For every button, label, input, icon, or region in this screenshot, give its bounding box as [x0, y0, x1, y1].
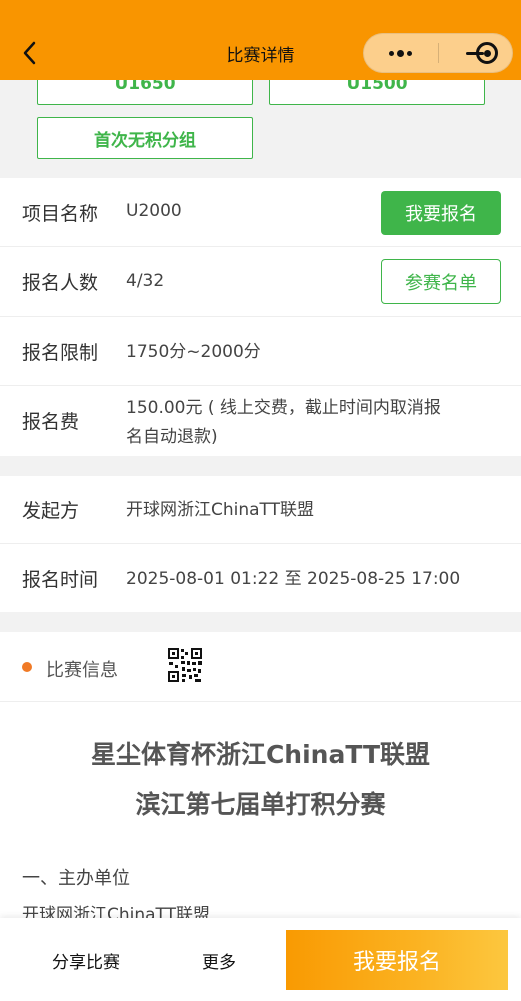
target-close-icon — [476, 42, 498, 64]
group-button-u1650[interactable]: U1650 — [37, 80, 253, 105]
row-organizer: 发起方 开球网浙江ChinaTT联盟 — [0, 476, 521, 544]
more-button[interactable]: 更多 — [202, 948, 236, 973]
signup-time-value: 2025-08-01 01:22 至 2025-08-25 17:00 — [126, 569, 461, 589]
section-text-host: 开球网浙江ChinaTT联盟 — [22, 905, 211, 918]
article-title-line1: 星尘体育杯浙江ChinaTT联盟 — [90, 740, 431, 769]
participant-count-value: 4/32 — [126, 271, 165, 291]
qr-code-icon[interactable] — [167, 647, 203, 683]
group-button-first-no-points[interactable]: 首次无积分组 — [37, 117, 253, 159]
row-signup-time: 报名时间 2025-08-01 01:22 至 2025-08-25 17:00 — [0, 544, 521, 612]
mini-program-capsule — [363, 33, 513, 73]
signup-fee-line1: 150.00元 ( 线上交费，截止时间内取消报 — [126, 398, 441, 418]
participant-count-label: 报名人数 — [22, 272, 99, 294]
article-title-line2: 滨江第七届单打积分赛 — [135, 790, 386, 819]
bullet-dot-icon — [22, 662, 32, 672]
group-button-u1500[interactable]: U1500 — [269, 80, 485, 105]
close-button[interactable] — [462, 34, 512, 72]
match-article: 星尘体育杯浙江ChinaTT联盟 滨江第七届单打积分赛 一、主办单位 开球网浙江… — [0, 702, 521, 918]
event-name-label: 项目名称 — [22, 203, 99, 225]
row-participant-count: 报名人数 4/32 参赛名单 — [0, 247, 521, 317]
section-heading-host: 一、主办单位 — [22, 868, 130, 889]
row-signup-fee: 报名费 150.00元 ( 线上交费，截止时间内取消报 名自动退款) — [0, 386, 521, 456]
signup-button[interactable]: 我要报名 — [381, 191, 501, 235]
header-bar: 比赛详情 — [0, 0, 521, 80]
more-dots-icon — [389, 49, 413, 57]
more-menu-button[interactable] — [364, 34, 438, 72]
roster-button[interactable]: 参赛名单 — [381, 259, 501, 304]
signup-fee-line2: 名自动退款) — [126, 427, 218, 447]
signup-fee-label: 报名费 — [22, 411, 80, 433]
organizer-card: 发起方 开球网浙江ChinaTT联盟 报名时间 2025-08-01 01:22… — [0, 476, 521, 612]
signup-limit-label: 报名限制 — [22, 342, 99, 364]
article-title: 星尘体育杯浙江ChinaTT联盟 滨江第七届单打积分赛 — [0, 730, 521, 830]
signup-main-button[interactable]: 我要报名 — [286, 930, 508, 990]
bottom-action-bar: 分享比赛 更多 我要报名 — [0, 918, 521, 1001]
signup-limit-value: 1750分~2000分 — [126, 342, 261, 362]
match-info-header: 比赛信息 — [0, 632, 521, 702]
organizer-label: 发起方 — [22, 500, 80, 522]
event-detail-card: 项目名称 U2000 我要报名 报名人数 4/32 参赛名单 报名限制 1750… — [0, 178, 521, 456]
row-signup-limit: 报名限制 1750分~2000分 — [0, 317, 521, 386]
signup-time-label: 报名时间 — [22, 569, 99, 591]
row-event-name: 项目名称 U2000 我要报名 — [0, 178, 521, 247]
organizer-value: 开球网浙江ChinaTT联盟 — [126, 500, 315, 520]
event-name-value: U2000 — [126, 201, 182, 221]
share-match-button[interactable]: 分享比赛 — [52, 948, 120, 973]
group-selector: U1650 U1500 首次无积分组 — [0, 80, 521, 176]
match-info-label: 比赛信息 — [46, 660, 118, 681]
